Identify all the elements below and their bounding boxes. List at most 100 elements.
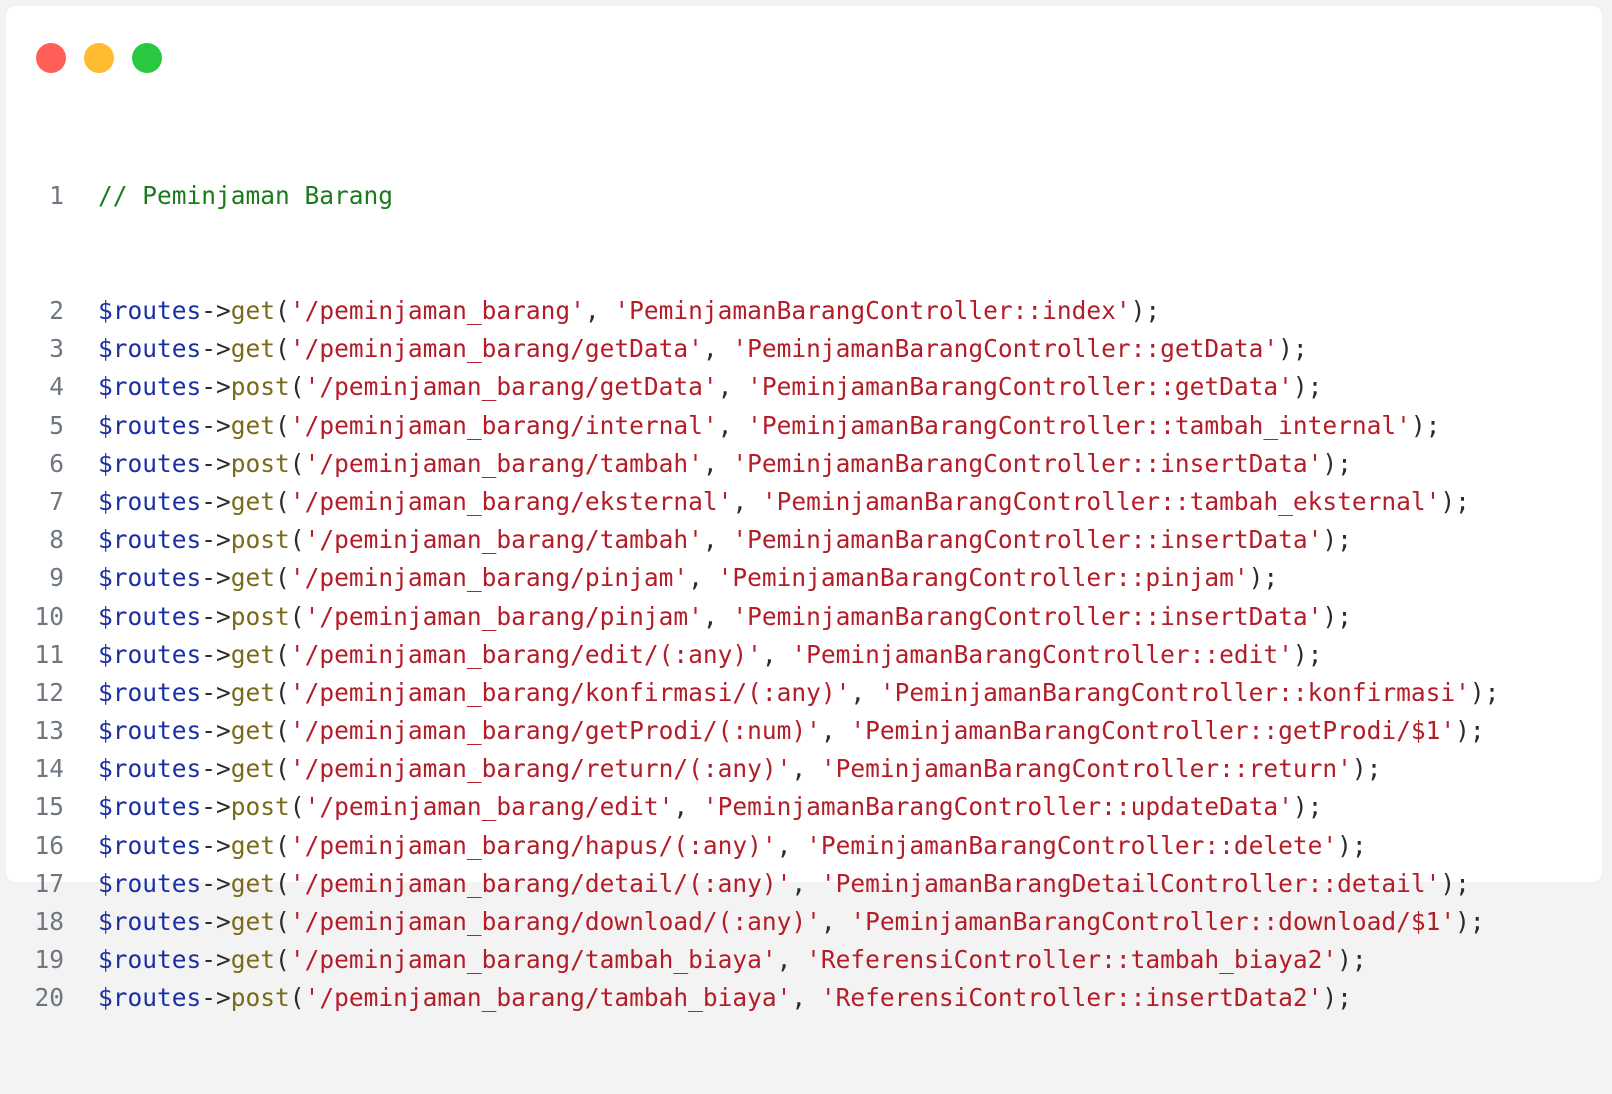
open-paren: ( [289,525,305,555]
route-arrow: -> [201,868,231,898]
line-number: 5 [49,410,64,440]
line-number: 7 [49,486,64,516]
route-handler: 'PeminjamanBarangController::updateData' [702,792,1293,822]
comma: , [584,296,615,325]
comma: , [761,639,792,669]
route-path: '/peminjaman_barang/konfirmasi/(:any)' [289,677,851,707]
route-method: post [230,525,290,555]
close-paren: ); [1322,525,1352,555]
code-window: 1 // Peminjaman Barang 2 $routes->get('/p… [6,6,1602,1012]
route-statement: $routes->get('/peminjaman_barang/tambah_… [64,941,1602,979]
minimize-button[interactable] [84,43,114,73]
code-line: 2 $routes->get('/peminjaman_barang', 'Pem… [6,292,1602,330]
route-method: get [230,334,276,364]
line-number: 6 [49,448,64,478]
open-paren: ( [289,792,305,822]
code-line: 5 $routes->get('/peminjaman_barang/intern… [6,407,1602,445]
comma: , [791,754,821,784]
route-arrow: -> [201,448,231,478]
code-line: 14 $routes->get('/peminjaman_barang/retur… [6,750,1602,788]
route-path: '/peminjaman_barang/getProdi/(:num)' [289,716,821,746]
route-handler: 'PeminjamanBarangController::edit' [791,639,1293,669]
route-method: get [230,716,276,746]
open-paren: ( [289,601,305,631]
close-paren: ); [1351,754,1382,784]
route-variable: $routes [98,716,202,746]
open-paren: ( [275,716,290,746]
comma: , [702,525,733,555]
route-variable: $routes [98,563,202,593]
route-path: '/peminjaman_barang/eksternal' [289,486,733,516]
open-paren: ( [275,830,290,860]
route-path: '/peminjaman_barang/internal' [289,410,718,440]
route-variable: $routes [98,830,202,860]
close-paren: ); [1292,639,1323,669]
route-arrow: -> [201,677,231,707]
route-method: get [230,563,276,593]
line-number: 14 [34,754,64,784]
code-block[interactable]: 1 // Peminjaman Barang 2 $routes->get('/p… [6,101,1602,1094]
line-number: 2 [49,296,64,325]
close-button[interactable] [36,43,66,73]
close-paren: ); [1440,868,1470,898]
open-paren: ( [275,907,290,936]
route-arrow: -> [201,601,231,631]
code-line: 4 $routes->post('/peminjaman_barang/getDa… [6,368,1602,406]
route-method: get [230,868,276,898]
route-handler: 'ReferensiController::insertData2' [820,983,1323,1013]
close-paren: ); [1455,907,1485,936]
route-variable: $routes [98,410,202,440]
comment-text: // Peminjaman Barang [98,181,394,211]
close-paren: ); [1248,563,1279,593]
route-method: get [230,754,276,784]
code-line: 12 $routes->get('/peminjaman_barang/konfi… [6,674,1602,712]
route-handler: 'PeminjamanBarangController::konfirmasi' [879,677,1470,707]
route-handler: 'PeminjamanBarangController::delete' [806,830,1338,860]
code-line: 6 $routes->post('/peminjaman_barang/tamba… [6,445,1602,483]
route-arrow: -> [201,983,231,1013]
route-method: post [230,448,290,478]
route-handler: 'PeminjamanBarangController::insertData' [732,601,1323,631]
close-paren: ); [1440,486,1470,516]
route-handler: 'PeminjamanBarangController::tambah_ekst… [761,486,1441,516]
comma: , [717,410,748,440]
line-number: 8 [49,525,64,555]
comma: , [702,448,733,478]
code-line: 11 $routes->get('/peminjaman_barang/edit/… [6,636,1602,674]
close-paren: ); [1322,601,1352,631]
line-number: 16 [34,830,64,860]
route-arrow: -> [201,486,231,516]
route-variable: $routes [98,868,202,898]
comma: , [820,907,851,936]
open-paren: ( [275,334,290,364]
route-arrow: -> [201,792,231,822]
code-line: 8 $routes->post('/peminjaman_barang/tamba… [6,521,1602,559]
route-arrow: -> [201,372,231,402]
code-line: 15 $routes->post('/peminjaman_barang/edit… [6,788,1602,826]
route-arrow: -> [201,639,231,669]
line-number: 19 [34,945,64,975]
close-paren: ); [1337,830,1367,860]
open-paren: ( [275,639,290,669]
route-path: '/peminjaman_barang/tambah_biaya' [304,983,792,1013]
route-handler: 'PeminjamanBarangController::getData' [732,334,1279,364]
line-number: 4 [49,372,64,402]
route-handler: 'ReferensiController::tambah_biaya2' [806,945,1338,975]
route-arrow: -> [201,334,231,364]
route-handler: 'PeminjamanBarangController::getData' [747,372,1293,402]
route-statement: $routes->get('/peminjaman_barang/detail/… [64,865,1602,903]
route-statement: $routes->get('/peminjaman_barang/ekstern… [64,483,1602,521]
close-paren: ); [1292,372,1323,402]
route-handler: 'PeminjamanBarangDetailController::detai… [820,868,1441,898]
route-statement: $routes->get('/peminjaman_barang/getProd… [64,712,1602,750]
line-number: 18 [34,907,64,936]
code-line: 3 $routes->get('/peminjaman_barang/getDat… [6,330,1602,368]
maximize-button[interactable] [132,43,162,73]
code-line: 19 $routes->get('/peminjaman_barang/tamba… [6,941,1602,979]
close-paren: ); [1469,677,1500,707]
route-arrow: -> [201,563,231,593]
open-paren: ( [275,754,290,784]
open-paren: ( [275,677,290,707]
route-method: post [230,792,290,822]
route-method: get [230,410,276,440]
